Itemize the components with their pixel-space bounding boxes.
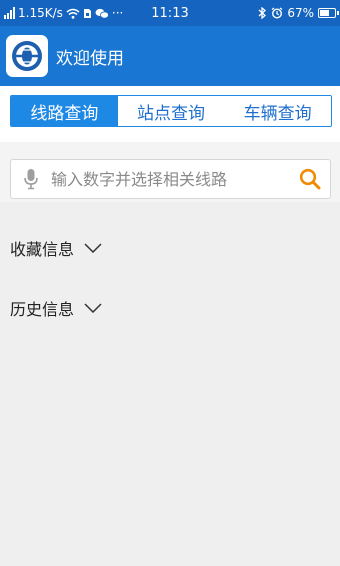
status-right: 67% [258, 6, 339, 20]
signal-icon [4, 7, 15, 19]
search-button[interactable] [290, 168, 330, 190]
chevron-down-icon [84, 243, 102, 253]
microphone-icon [24, 169, 38, 190]
bus-logo-icon [12, 41, 42, 71]
search-box [10, 159, 331, 199]
net-speed: 1.15K/s [18, 6, 63, 20]
query-tabs: 线路查询 站点查询 车辆查询 [10, 95, 332, 127]
favorites-label: 收藏信息 [10, 240, 75, 259]
tab-route-query[interactable]: 线路查询 [11, 96, 118, 126]
search-icon [299, 168, 321, 190]
route-search-input[interactable] [51, 169, 290, 189]
more-notifications: ··· [111, 6, 124, 20]
status-left: 1.15K/s ··· [4, 6, 123, 20]
tab-stop-query[interactable]: 站点查询 [117, 96, 225, 126]
wifi-icon [66, 8, 80, 19]
bluetooth-icon [258, 7, 267, 19]
status-bar: 1.15K/s ··· 11:13 67% [0, 0, 340, 26]
search-area [0, 142, 340, 202]
voice-input-button[interactable] [11, 168, 51, 190]
alarm-icon [271, 7, 283, 19]
page-title: 欢迎使用 [56, 48, 124, 69]
battery-icon [318, 8, 339, 18]
battery-percent: 67% [287, 6, 314, 20]
history-label: 历史信息 [10, 300, 75, 319]
wechat-icon [95, 8, 109, 19]
battery-level [320, 10, 329, 16]
app-logo [6, 35, 48, 77]
app-header: 欢迎使用 [0, 26, 340, 86]
tab-vehicle-query[interactable]: 车辆查询 [224, 96, 331, 126]
history-section-toggle[interactable]: 历史信息 [10, 296, 102, 320]
tabs-container: 线路查询 站点查询 车辆查询 [0, 86, 340, 142]
favorites-section-toggle[interactable]: 收藏信息 [10, 236, 102, 260]
chevron-down-icon [84, 303, 102, 313]
sim-card-icon [83, 8, 91, 18]
